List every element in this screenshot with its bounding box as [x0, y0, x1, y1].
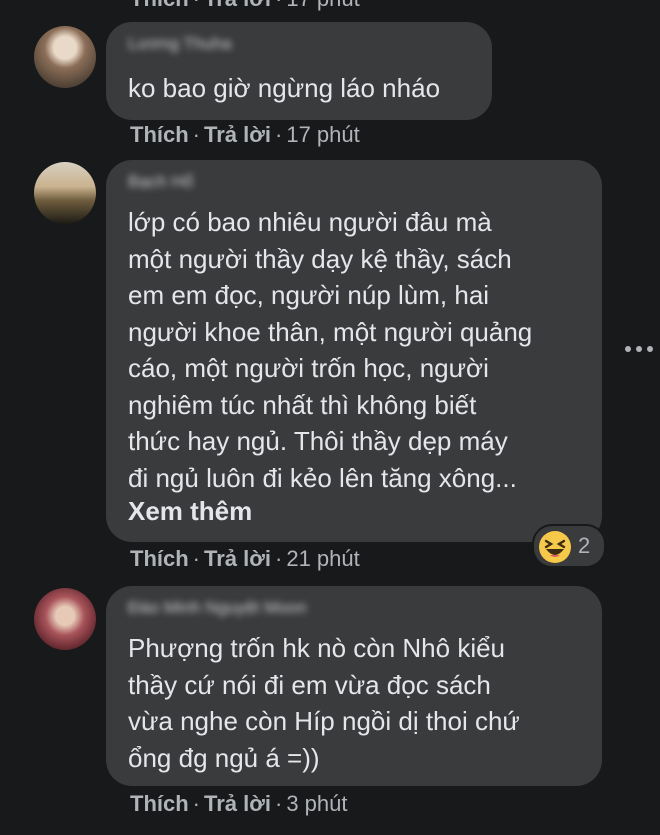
comment-text: lớp có bao nhiêu người đâu mà một người … — [128, 207, 533, 493]
haha-emoji-icon — [539, 531, 571, 563]
timestamp: 21 phút — [286, 546, 360, 571]
comment-actions: Thích · Trả lời · 17 phút — [130, 122, 360, 147]
comment-actions-top: Thích·Trả lời·17 phút — [130, 0, 360, 12]
comment-actions: Thích · Trả lời · 21 phút — [130, 546, 360, 571]
comment-author[interactable]: Đào Minh Nguyệt Moon — [128, 598, 307, 618]
like-button[interactable]: Thích — [130, 546, 189, 571]
comment-author[interactable]: Lương Thuha — [128, 34, 232, 54]
avatar[interactable] — [34, 26, 96, 88]
like-button[interactable]: Thích — [130, 791, 189, 816]
avatar[interactable] — [34, 162, 96, 224]
like-button[interactable]: Thích — [130, 0, 189, 11]
comment-bubble: Lương Thuha ko bao giờ ngừng láo nháo — [106, 22, 492, 120]
reply-button[interactable]: Trả lời — [204, 0, 271, 11]
comment-bubble: Đào Minh Nguyệt Moon Phượng trốn hk nò c… — [106, 586, 602, 786]
reaction-count: 2 — [578, 533, 591, 558]
reply-button[interactable]: Trả lời — [204, 122, 271, 147]
comment-bubble: Bạch Hổ lớp có bao nhiêu người đâu mà mộ… — [106, 160, 602, 542]
comment-actions: Thích · Trả lời · 3 phút — [130, 791, 348, 816]
like-button[interactable]: Thích — [130, 122, 189, 147]
comment-text: Phượng trốn hk nò còn Nhô kiểu thầy cứ n… — [128, 633, 520, 773]
comment-author[interactable]: Bạch Hổ — [128, 172, 193, 192]
reply-button[interactable]: Trả lời — [204, 546, 271, 571]
reply-button[interactable]: Trả lời — [204, 791, 271, 816]
avatar[interactable] — [34, 588, 96, 650]
comment-text: ko bao giờ ngừng láo nháo — [128, 73, 441, 103]
timestamp: 3 phút — [286, 791, 348, 816]
timestamp: 17 phút — [286, 122, 360, 147]
see-more-link[interactable]: Xem thêm — [128, 496, 252, 527]
more-horizontal-icon[interactable] — [624, 341, 654, 357]
timestamp: 17 phút — [286, 0, 359, 11]
reaction-badge[interactable]: 2 — [532, 524, 606, 568]
